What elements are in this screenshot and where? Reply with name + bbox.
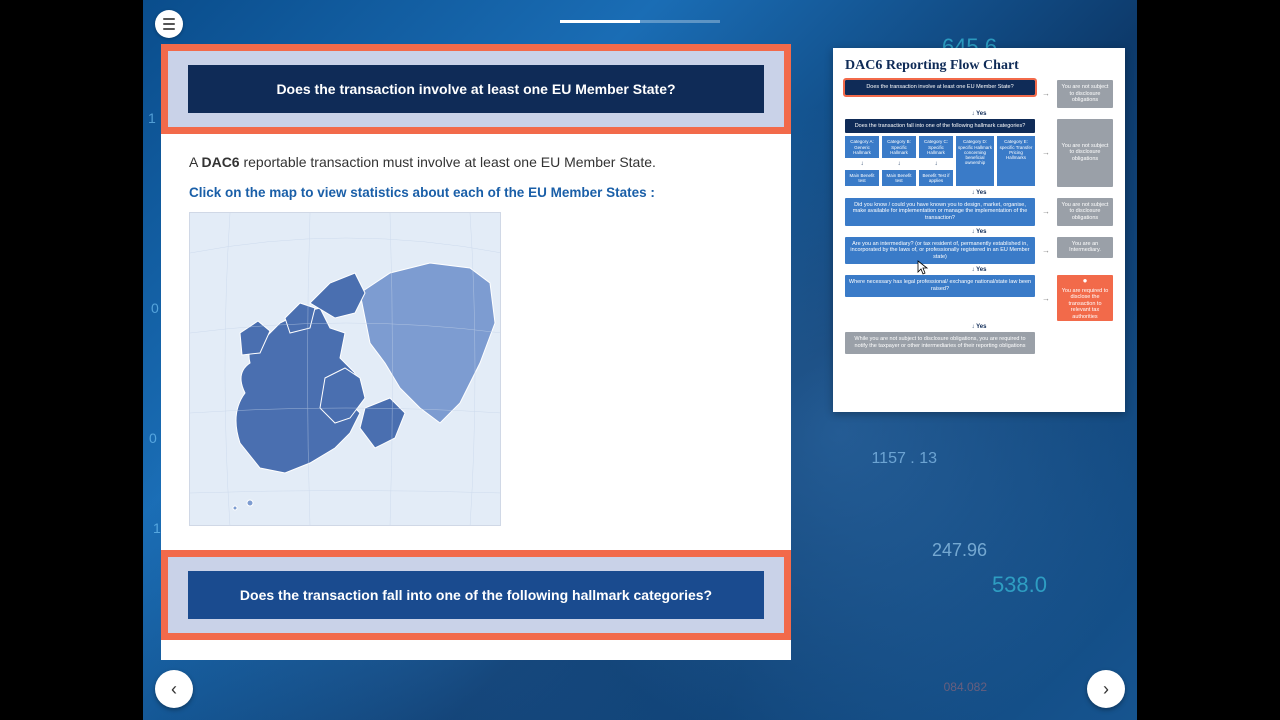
cursor-icon [916,260,932,276]
flow-cat: Category E: specific Transfer Pricing Ha… [997,136,1035,186]
arrow-right-icon: → [1041,237,1051,265]
arrow-right-icon: → [1041,198,1051,226]
flow-not-subject: You are not subject to disclosure obliga… [1057,119,1113,187]
progress-indicator [560,20,720,23]
flow-final-orange: ●You are required to disclose the transa… [1057,275,1113,321]
flow-step-1: Does the transaction involve at least on… [845,80,1035,95]
flow-cat: Category B: Specific Hallmark [882,136,916,158]
bg-number: 1 [148,110,156,126]
arrow-right-icon: → [1041,80,1051,108]
flow-step-6: While you are not subject to disclosure … [845,332,1035,353]
question-1-text: Does the transaction involve at least on… [188,65,764,113]
flow-step-4: Are you an intermediary? (or tax residen… [845,237,1035,265]
flow-cat: Category A: Generic Hallmark [845,136,879,158]
bg-number: 247.96 [932,540,987,561]
flow-step-3: Did you know / could you have known you … [845,198,1035,226]
bg-number: 1157 . 13 [871,450,937,468]
body-paragraph: A DAC6 reportable transaction must invol… [161,134,791,181]
chevron-left-icon: ‹ [171,679,177,700]
flow-yes: Yes [845,229,1113,235]
flow-step-2: Does the transaction fall into one of th… [845,119,1035,134]
flowchart-card: DAC6 Reporting Flow Chart Does the trans… [833,48,1125,412]
flowchart-title: DAC6 Reporting Flow Chart [845,58,1113,74]
question-block-1: Does the transaction involve at least on… [161,44,791,134]
progress-seg [560,20,600,23]
progress-seg [680,20,720,23]
europe-map-icon [190,213,501,526]
flow-categories: Category A: Generic Hallmark ↓ Main Bene… [845,136,1035,186]
question-block-2: Does the transaction fall into one of th… [161,550,791,640]
content-card[interactable]: Does the transaction involve at least on… [161,44,791,660]
flow-not-subject: You are not subject to disclosure obliga… [1057,198,1113,226]
flow-yes: Yes [845,190,1113,196]
bg-number: 538.0 [992,572,1047,598]
arrow-right-icon: → [1041,119,1051,187]
flow-step-5: Where necessary has legal professional/ … [845,275,1035,296]
flow-yes: Yes [845,111,1113,117]
flow-cat-sub: Benefit Test if applies [919,170,953,186]
flow-yes: Yes [845,267,1113,273]
menu-button[interactable] [155,10,183,38]
chevron-right-icon: › [1103,679,1109,700]
flow-cat: Category C: Specific Hallmark [919,136,953,158]
prev-button[interactable]: ‹ [155,670,193,708]
bg-number: 0 [149,430,157,446]
flow-cat-sub: Main Benefit test [882,170,916,186]
stage: 645.6 1157 . 13 247.96 538.0 1 0 0 1 084… [143,0,1137,720]
bg-number: 084.082 [944,680,987,694]
hamburger-icon [163,18,175,20]
flow-intermediary: You are an Intermediary. [1057,237,1113,258]
bg-number: 0 [151,300,159,316]
eu-map[interactable] [189,212,501,526]
flow-yes: Yes [845,324,1113,330]
bg-number: 1 [153,520,161,536]
arrow-right-icon: → [1041,275,1051,321]
progress-seg [640,20,680,23]
flow-not-subject: You are not subject to disclosure obliga… [1057,80,1113,108]
map-instruction: Click on the map to view statistics abou… [161,181,791,212]
next-button[interactable]: › [1087,670,1125,708]
map-container [161,212,791,550]
flow-cat: Category D: specific Hallmark concerning… [956,136,994,186]
progress-seg [600,20,640,23]
question-2-text: Does the transaction fall into one of th… [188,571,764,619]
flow-cat-sub: Main Benefit test [845,170,879,186]
